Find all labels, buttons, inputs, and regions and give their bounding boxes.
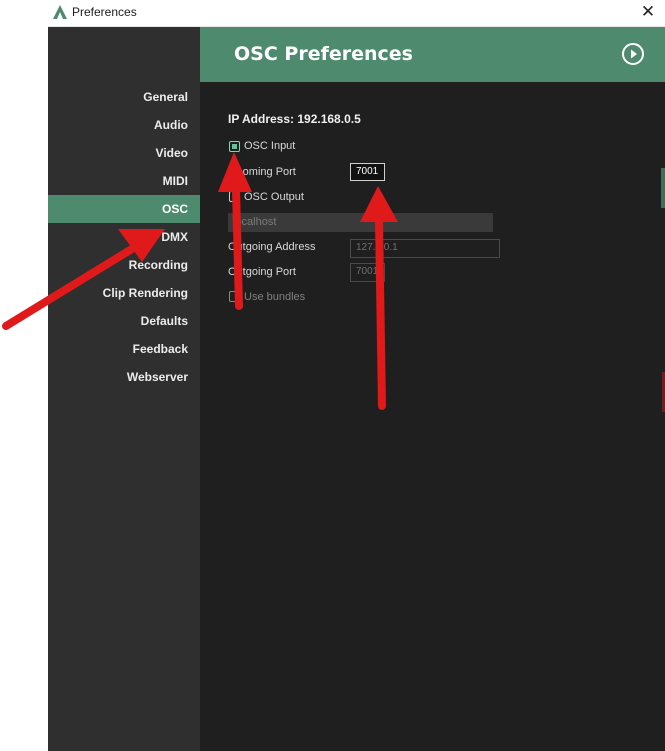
osc-input-label: OSC Input bbox=[244, 140, 296, 152]
header-bar: OSC Preferences bbox=[200, 27, 665, 82]
background-window-edge bbox=[661, 168, 665, 208]
ip-address: IP Address: 192.168.0.5 bbox=[228, 112, 361, 126]
page-title: OSC Preferences bbox=[234, 43, 413, 65]
app-logo-icon bbox=[53, 5, 67, 19]
title-bar: Preferences ✕ bbox=[48, 0, 665, 27]
sidebar-item-midi[interactable]: MIDI bbox=[48, 167, 200, 195]
outgoing-port-label: Outgoing Port bbox=[228, 266, 296, 278]
play-circle-icon[interactable] bbox=[622, 43, 644, 65]
incoming-port-input[interactable]: 7001 bbox=[350, 163, 385, 181]
osc-input-checkbox[interactable] bbox=[229, 141, 240, 152]
sidebar: General Audio Video MIDI OSC DMX Recordi… bbox=[48, 27, 200, 751]
close-button[interactable]: ✕ bbox=[637, 2, 659, 22]
incoming-port-label: Incoming Port bbox=[228, 166, 296, 178]
osc-output-label: OSC Output bbox=[244, 191, 304, 203]
sidebar-item-recording[interactable]: Recording bbox=[48, 251, 200, 279]
use-bundles-label: Use bundles bbox=[244, 291, 306, 303]
window-title: Preferences bbox=[72, 5, 137, 19]
content-panel: OSC Preferences IP Address: 192.168.0.5 … bbox=[200, 27, 665, 751]
sidebar-item-defaults[interactable]: Defaults bbox=[48, 307, 200, 335]
sidebar-item-dmx[interactable]: DMX bbox=[48, 223, 200, 251]
sidebar-item-audio[interactable]: Audio bbox=[48, 111, 200, 139]
use-bundles-checkbox[interactable] bbox=[229, 291, 240, 302]
sidebar-item-webserver[interactable]: Webserver bbox=[48, 363, 200, 391]
sidebar-item-video[interactable]: Video bbox=[48, 139, 200, 167]
outgoing-address-input[interactable]: 127.0.0.1 bbox=[350, 239, 500, 258]
sidebar-item-general[interactable]: General bbox=[48, 83, 200, 111]
sidebar-item-feedback[interactable]: Feedback bbox=[48, 335, 200, 363]
outgoing-port-input[interactable]: 7001 bbox=[350, 263, 385, 282]
sidebar-item-osc[interactable]: OSC bbox=[48, 195, 200, 223]
osc-output-checkbox[interactable] bbox=[229, 191, 240, 202]
sidebar-item-clip-rendering[interactable]: Clip Rendering bbox=[48, 279, 200, 307]
outgoing-address-label: Outgoing Address bbox=[228, 241, 316, 253]
output-target-dropdown[interactable]: localhost bbox=[228, 213, 493, 232]
